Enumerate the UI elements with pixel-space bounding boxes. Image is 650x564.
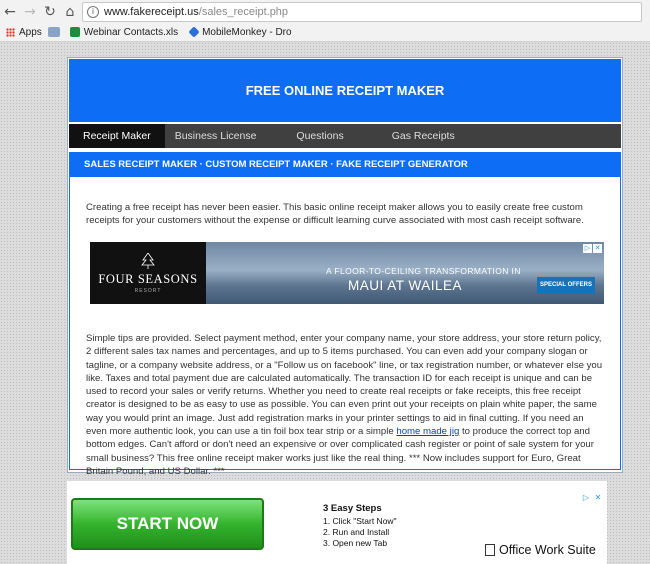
- adchoices[interactable]: ▷ ✕: [579, 493, 603, 503]
- bookmark-icon: [47, 27, 60, 37]
- spreadsheet-icon: [69, 27, 80, 37]
- steps-title: 3 Easy Steps: [323, 503, 382, 514]
- lower-ad[interactable]: START NOW 3 Easy Steps 1. Click "Start N…: [67, 481, 607, 564]
- step-item: 3. Open new Tab: [323, 538, 388, 548]
- site-header: FREE ONLINE RECEIPT MAKER: [69, 59, 621, 122]
- document-icon: [485, 544, 495, 556]
- info-icon[interactable]: i: [87, 6, 99, 18]
- address-bar[interactable]: i www.fakereceipt.us/sales_receipt.php: [82, 2, 642, 22]
- browser-toolbar: ← → ↻ ⌂ i www.fakereceipt.us/sales_recei…: [0, 0, 650, 23]
- reload-icon[interactable]: ↻: [40, 2, 60, 22]
- adchoices-icon[interactable]: ▷: [583, 244, 592, 253]
- content-area: Creating a free receipt has never been e…: [69, 177, 621, 477]
- tab-gas-receipts[interactable]: Gas Receipts: [378, 124, 469, 148]
- bookmark-label: Webinar Contacts.xls: [83, 26, 179, 38]
- bookmark-label: Apps: [19, 26, 42, 38]
- ad-resort: RESORT: [134, 287, 162, 294]
- tab-questions[interactable]: Questions: [282, 124, 377, 148]
- apps-grid-icon: [6, 27, 15, 37]
- step-item: 2. Run and Install: [323, 527, 390, 537]
- page-container: FREE ONLINE RECEIPT MAKER Receipt Maker …: [67, 57, 623, 477]
- ad-brand: FOUR SEASONS: [98, 271, 198, 286]
- tree-logo-icon: [141, 252, 155, 269]
- step-item: 1. Click "Start Now": [323, 516, 397, 526]
- dropbox-icon: [188, 26, 200, 38]
- bookmark-webinar-contacts[interactable]: Webinar Contacts.xls: [69, 26, 179, 38]
- home-made-jig-link[interactable]: home made jig: [396, 426, 459, 437]
- ad-logo-panel: FOUR SEASONS RESORT: [90, 242, 206, 304]
- special-offers-button[interactable]: SPECIAL OFFERS: [537, 277, 595, 294]
- back-icon[interactable]: ←: [0, 2, 20, 22]
- site-nav: Receipt Maker Business License Questions…: [69, 124, 621, 148]
- bookmark-unnamed[interactable]: [47, 27, 64, 37]
- ad-headline: A FLOOR-TO-CEILING TRANSFORMATION IN: [326, 266, 521, 276]
- url-host: www.fakereceipt.us: [104, 6, 199, 18]
- intro-paragraph: Creating a free receipt has never been e…: [86, 202, 584, 227]
- close-icon[interactable]: ✕: [593, 244, 602, 253]
- tips-paragraph: Simple tips are provided. Select payment…: [86, 332, 606, 478]
- bookmark-label: MobileMonkey - Dro: [202, 26, 292, 38]
- adchoices-icon[interactable]: ▷: [581, 493, 591, 503]
- bookmark-apps[interactable]: Apps: [6, 27, 42, 38]
- ad-banner[interactable]: FOUR SEASONS RESORT A FLOOR-TO-CEILING T…: [90, 242, 604, 304]
- bookmark-mobilemonkey[interactable]: MobileMonkey - Dro: [188, 26, 292, 38]
- sub-banner: SALES RECEIPT MAKER · CUSTOM RECEIPT MAK…: [69, 152, 621, 177]
- adchoices[interactable]: ▷ ✕: [582, 244, 602, 253]
- start-now-button[interactable]: START NOW: [71, 498, 264, 550]
- office-brand-label: Office Work Suite: [499, 543, 596, 557]
- url-path: /sales_receipt.php: [198, 6, 289, 18]
- home-icon[interactable]: ⌂: [60, 2, 80, 22]
- ad-location: MAUI AT WAILEA: [348, 278, 463, 293]
- bookmarks-bar: Apps Webinar Contacts.xls MobileMonkey -…: [0, 23, 650, 42]
- tab-business-license[interactable]: Business License: [165, 124, 283, 148]
- close-icon[interactable]: ✕: [593, 493, 603, 503]
- office-brand: Office Work Suite: [485, 543, 596, 557]
- forward-icon[interactable]: →: [20, 2, 40, 22]
- tips-text-before-link: Simple tips are provided. Select payment…: [86, 333, 603, 438]
- tab-receipt-maker[interactable]: Receipt Maker: [69, 124, 165, 148]
- page-title: FREE ONLINE RECEIPT MAKER: [245, 83, 445, 98]
